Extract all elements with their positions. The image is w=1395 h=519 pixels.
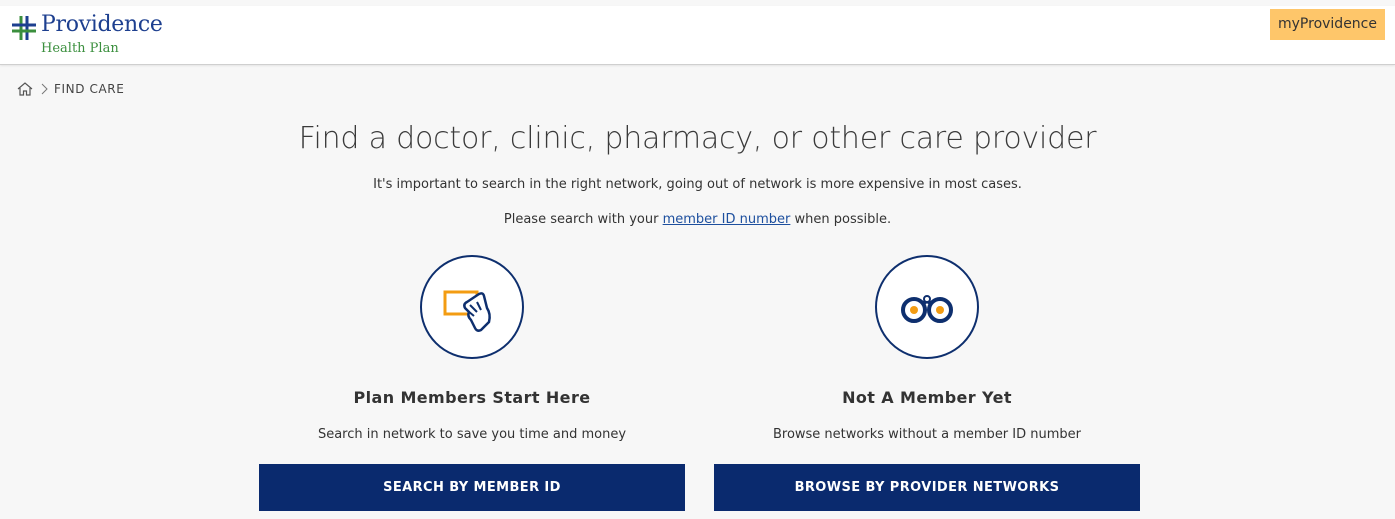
member-id-hint: Please search with your member ID number…	[0, 212, 1395, 227]
card-title: Plan Members Start Here	[353, 388, 591, 407]
search-by-member-id-button[interactable]: SEARCH BY MEMBER ID	[259, 464, 685, 511]
home-icon[interactable]	[17, 82, 33, 96]
my-providence-button[interactable]: myProvidence	[1270, 9, 1385, 40]
card-description: Search in network to save you time and m…	[317, 427, 627, 442]
card-title: Not A Member Yet	[842, 388, 1012, 407]
not-a-member-card: Not A Member Yet Browse networks without…	[714, 255, 1140, 511]
card-description: Browse networks without a member ID numb…	[772, 427, 1082, 442]
member-card-icon	[420, 255, 524, 359]
hint-text-after: when possible.	[790, 212, 892, 227]
page-title: Find a doctor, clinic, pharmacy, or othe…	[298, 121, 1097, 156]
binoculars-icon	[875, 255, 979, 359]
browse-by-provider-networks-button[interactable]: BROWSE BY PROVIDER NETWORKS	[714, 464, 1140, 511]
logo-cross-icon	[12, 16, 36, 40]
site-header: Providence Health Plan myProvidence	[0, 6, 1395, 65]
plan-members-card: Plan Members Start Here Search in networ…	[259, 255, 685, 511]
providence-logo[interactable]: Providence Health Plan	[12, 12, 182, 58]
intro-text: It's important to search in the right ne…	[373, 177, 1022, 192]
breadcrumb-current: FIND CARE	[54, 82, 125, 96]
member-id-link[interactable]: member ID number	[663, 212, 791, 227]
hint-text-before: Please search with your	[503, 212, 663, 227]
logo-name: Providence	[41, 12, 163, 37]
breadcrumb: FIND CARE	[17, 80, 124, 98]
chevron-right-icon	[40, 83, 48, 95]
logo-subtitle: Health Plan	[41, 41, 119, 56]
